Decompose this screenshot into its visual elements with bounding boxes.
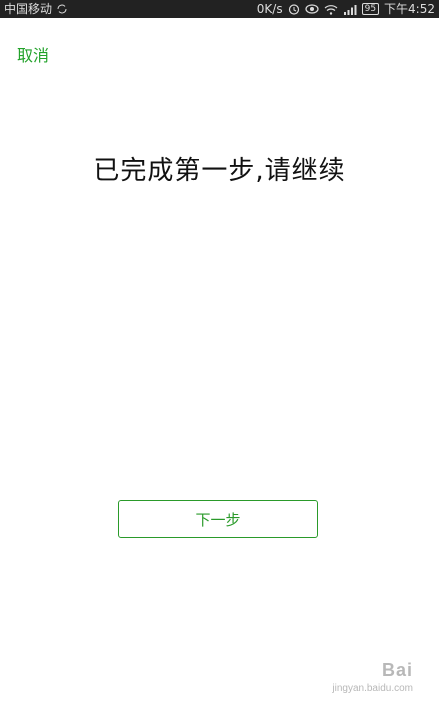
next-step-button[interactable]: 下一步 (118, 500, 318, 538)
cancel-button[interactable]: 取消 (17, 42, 49, 66)
watermark-brand: Bai (381, 660, 413, 680)
completion-message: 已完成第一步,请继续 (93, 156, 346, 186)
eye-icon (304, 2, 319, 16)
status-bar: 中国移动 0K/s 95 下午4:52 (0, 0, 439, 18)
wifi-icon (324, 2, 338, 16)
status-left: 中国移动 (4, 0, 67, 18)
status-right: 0K/s 95 下午4:52 (257, 0, 435, 18)
sync-icon (57, 2, 67, 16)
watermark: Bai jingyan.baidu.com (332, 660, 413, 694)
watermark-site: jingyan.baidu.com (332, 683, 413, 694)
alarm-icon (288, 2, 300, 16)
signal-icon (343, 2, 357, 16)
battery-icon: 95 (361, 3, 380, 15)
status-time: 下午4:52 (384, 2, 435, 16)
battery-level: 95 (364, 4, 377, 14)
carrier-label: 中国移动 (4, 2, 53, 16)
network-speed: 0K/s (256, 2, 283, 16)
